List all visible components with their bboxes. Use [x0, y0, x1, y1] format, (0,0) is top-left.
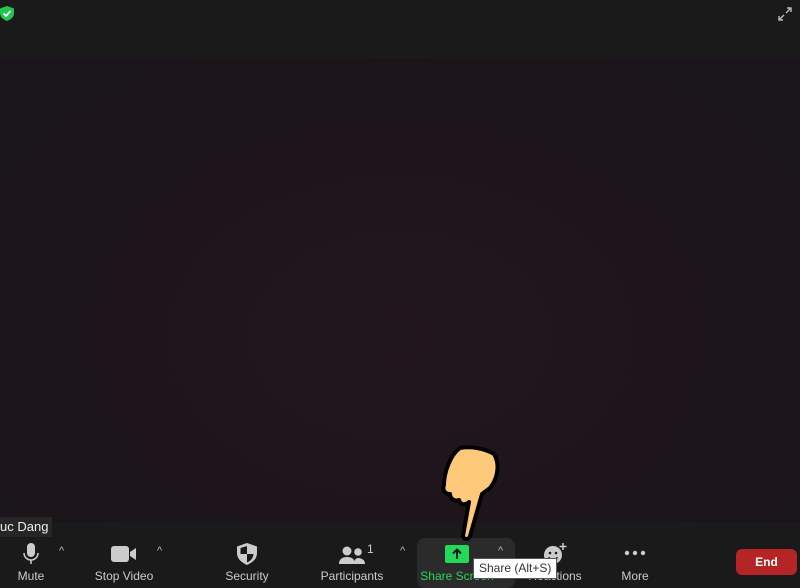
audio-options-caret[interactable]: ^: [59, 545, 64, 557]
top-bar: [0, 0, 800, 58]
video-options-caret[interactable]: ^: [157, 545, 162, 557]
microphone-icon: [23, 543, 39, 564]
share-screen-icon: [445, 545, 469, 563]
end-meeting-button[interactable]: End: [736, 549, 797, 575]
video-area: [0, 58, 800, 522]
share-options-caret[interactable]: ^: [498, 545, 503, 557]
participants-label: Participants: [320, 569, 384, 583]
mute-label: Mute: [17, 569, 45, 583]
video-camera-icon: [111, 546, 136, 562]
mute-button[interactable]: Mute: [10, 537, 52, 588]
shield-check-icon[interactable]: [0, 6, 14, 21]
expand-icon[interactable]: [776, 5, 794, 23]
more-label: More: [621, 569, 649, 583]
participants-count: 1: [367, 542, 374, 556]
share-tooltip: Share (Alt+S): [473, 558, 558, 579]
stop-video-label: Stop Video: [94, 569, 154, 583]
stop-video-button[interactable]: Stop Video: [88, 537, 160, 588]
participants-options-caret[interactable]: ^: [400, 545, 405, 557]
participants-icon: [339, 546, 365, 564]
security-button[interactable]: Security: [215, 537, 279, 588]
security-label: Security: [225, 569, 269, 583]
pointing-hand-cursor-icon: [441, 445, 500, 541]
more-button[interactable]: More: [612, 537, 658, 588]
security-shield-icon: [237, 543, 257, 565]
more-dots-icon: [624, 550, 646, 556]
participants-button[interactable]: 1 Participants: [316, 537, 388, 588]
participant-name-tag: uc Dang: [0, 517, 53, 537]
